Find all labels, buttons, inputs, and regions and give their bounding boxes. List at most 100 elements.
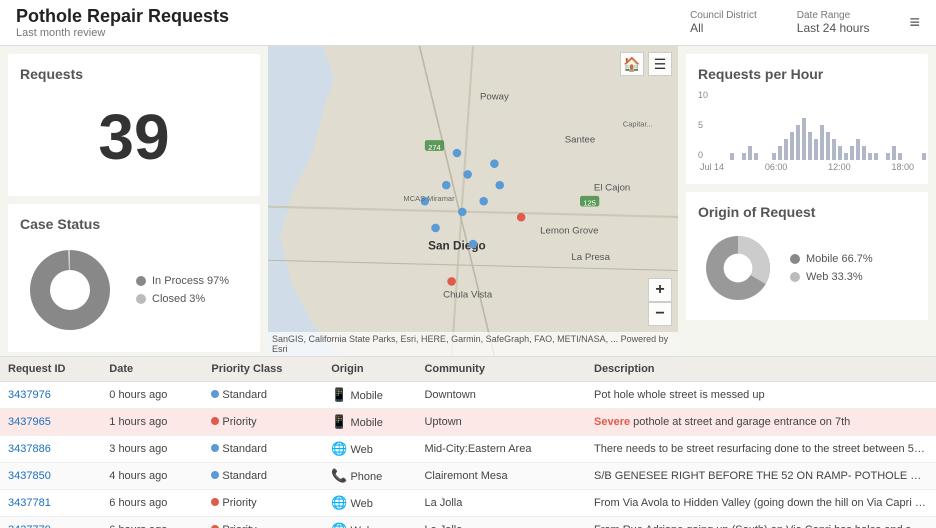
table-row: 34379651 hours agoPriority📱 MobileUptown…	[0, 409, 936, 436]
request-id-cell[interactable]: 3437779	[0, 517, 101, 528]
requests-per-hour-card: Requests per Hour 0 5 10 Jul 14 06:00 12…	[686, 54, 928, 184]
requests-label: Requests	[20, 66, 248, 82]
closed-dot	[136, 294, 146, 304]
origin-cell: 🌐 Web	[323, 436, 416, 463]
bar	[856, 139, 860, 160]
origin-cell: 🌐 Web	[323, 490, 416, 517]
rph-title: Requests per Hour	[698, 66, 916, 82]
priority-dot	[211, 471, 219, 479]
origin-icon: 📞	[331, 468, 347, 483]
svg-text:San Diego: San Diego	[428, 239, 486, 252]
rph-y-labels: 0 5 10	[698, 90, 708, 160]
priority-cell: Standard	[203, 382, 323, 409]
origin-cell: 🌐 Web	[323, 517, 416, 528]
description-cell: There needs to be street resurfacing don…	[586, 436, 936, 463]
description-cell: Pot hole whole street is messed up	[586, 382, 936, 409]
x-label-1200: 12:00	[828, 162, 851, 172]
right-panel: Requests per Hour 0 5 10 Jul 14 06:00 12…	[678, 46, 936, 356]
priority-cell: Priority	[203, 517, 323, 528]
origin-legend: Mobile 66.7% Web 33.3%	[790, 253, 873, 283]
community-cell: Uptown	[416, 409, 586, 436]
date-cell: 6 hours ago	[101, 490, 203, 517]
bar	[850, 146, 854, 160]
bar	[790, 132, 794, 160]
col-date: Date	[101, 357, 203, 382]
y-label-10: 10	[698, 90, 708, 100]
date-range-value: Last 24 hours	[797, 21, 870, 35]
table-header: Request ID Date Priority Class Origin Co…	[0, 357, 936, 382]
bar	[898, 153, 902, 160]
rph-x-axis: Jul 14 06:00 12:00 18:00	[698, 160, 916, 172]
y-label-5: 5	[698, 120, 708, 130]
origin-card: Origin of Request	[686, 192, 928, 320]
request-id-cell[interactable]: 3437965	[0, 409, 101, 436]
svg-text:274: 274	[428, 143, 441, 152]
pie-legend: In Process 97% Closed 3%	[136, 275, 229, 305]
table-row: 34379760 hours agoStandard📱 MobileDownto…	[0, 382, 936, 409]
description-cell: S/B GENESEE RIGHT BEFORE THE 52 ON RAMP-…	[586, 463, 936, 490]
web-label: Web 33.3%	[806, 271, 863, 283]
date-cell: 4 hours ago	[101, 463, 203, 490]
community-cell: Downtown	[416, 382, 586, 409]
bar	[796, 125, 800, 160]
map-list-button[interactable]: ☰	[648, 52, 672, 76]
map-svg: 274 125 Poway Santee El Cajon Lemon Grov…	[268, 46, 678, 356]
bar	[922, 153, 926, 160]
council-district-filter[interactable]: Council District All	[690, 10, 757, 35]
bar	[754, 153, 758, 160]
rph-bar-chart	[716, 90, 916, 160]
closed-label: Closed 3%	[152, 293, 205, 305]
bar	[868, 153, 872, 160]
y-label-0: 0	[698, 150, 708, 160]
origin-icon: 🌐	[331, 441, 347, 456]
col-origin: Origin	[323, 357, 416, 382]
header-title-group: Pothole Repair Requests Last month revie…	[16, 6, 229, 39]
origin-icon: 📱	[331, 414, 347, 429]
priority-cell: Priority	[203, 490, 323, 517]
map-zoom-controls: + −	[648, 278, 672, 326]
bar	[874, 153, 878, 160]
map-zoom-in-button[interactable]: +	[648, 278, 672, 302]
requests-table: Request ID Date Priority Class Origin Co…	[0, 357, 936, 528]
community-cell: La Jolla	[416, 490, 586, 517]
legend-in-process: In Process 97%	[136, 275, 229, 287]
request-id-cell[interactable]: 3437850	[0, 463, 101, 490]
map-panel[interactable]: 274 125 Poway Santee El Cajon Lemon Grov…	[268, 46, 678, 356]
origin-cell: 📞 Phone	[323, 463, 416, 490]
table-row: 34377796 hours agoPriority🌐 WebLa JollaF…	[0, 517, 936, 528]
table-row: 34378863 hours agoStandard🌐 WebMid-City:…	[0, 436, 936, 463]
priority-dot	[211, 390, 219, 398]
origin-icon: 📱	[331, 387, 347, 402]
in-process-dot	[136, 276, 146, 286]
priority-cell: Standard	[203, 463, 323, 490]
requests-card: Requests 39	[8, 54, 260, 196]
x-label-1800: 18:00	[891, 162, 914, 172]
case-status-pie	[20, 240, 120, 340]
request-id-cell[interactable]: 3437976	[0, 382, 101, 409]
map-home-button[interactable]: 🏠	[620, 52, 644, 76]
origin-pie	[698, 228, 778, 308]
table-row: 34377816 hours agoPriority🌐 WebLa JollaF…	[0, 490, 936, 517]
date-range-filter[interactable]: Date Range Last 24 hours	[797, 10, 870, 35]
table-body: 34379760 hours agoStandard📱 MobileDownto…	[0, 382, 936, 528]
svg-text:Poway: Poway	[480, 92, 509, 103]
request-id-cell[interactable]: 3437781	[0, 490, 101, 517]
mobile-label: Mobile 66.7%	[806, 253, 873, 265]
origin-icon: 🌐	[331, 495, 347, 510]
menu-button[interactable]: ≡	[909, 12, 920, 33]
description-cell: Severe pothole at street and garage entr…	[586, 409, 936, 436]
bar	[892, 146, 896, 160]
col-request-id: Request ID	[0, 357, 101, 382]
col-community: Community	[416, 357, 586, 382]
in-process-label: In Process 97%	[152, 275, 229, 287]
svg-text:Capitar...: Capitar...	[623, 119, 653, 128]
pie-chart-svg	[20, 240, 120, 340]
legend-closed: Closed 3%	[136, 293, 229, 305]
map-zoom-out-button[interactable]: −	[648, 302, 672, 326]
request-id-cell[interactable]: 3437886	[0, 436, 101, 463]
svg-text:Lemon Grove: Lemon Grove	[540, 225, 598, 236]
web-dot	[790, 272, 800, 282]
severe-word: Severe	[594, 416, 630, 428]
case-status-card: Case Status In	[8, 204, 260, 352]
priority-dot	[211, 417, 219, 425]
